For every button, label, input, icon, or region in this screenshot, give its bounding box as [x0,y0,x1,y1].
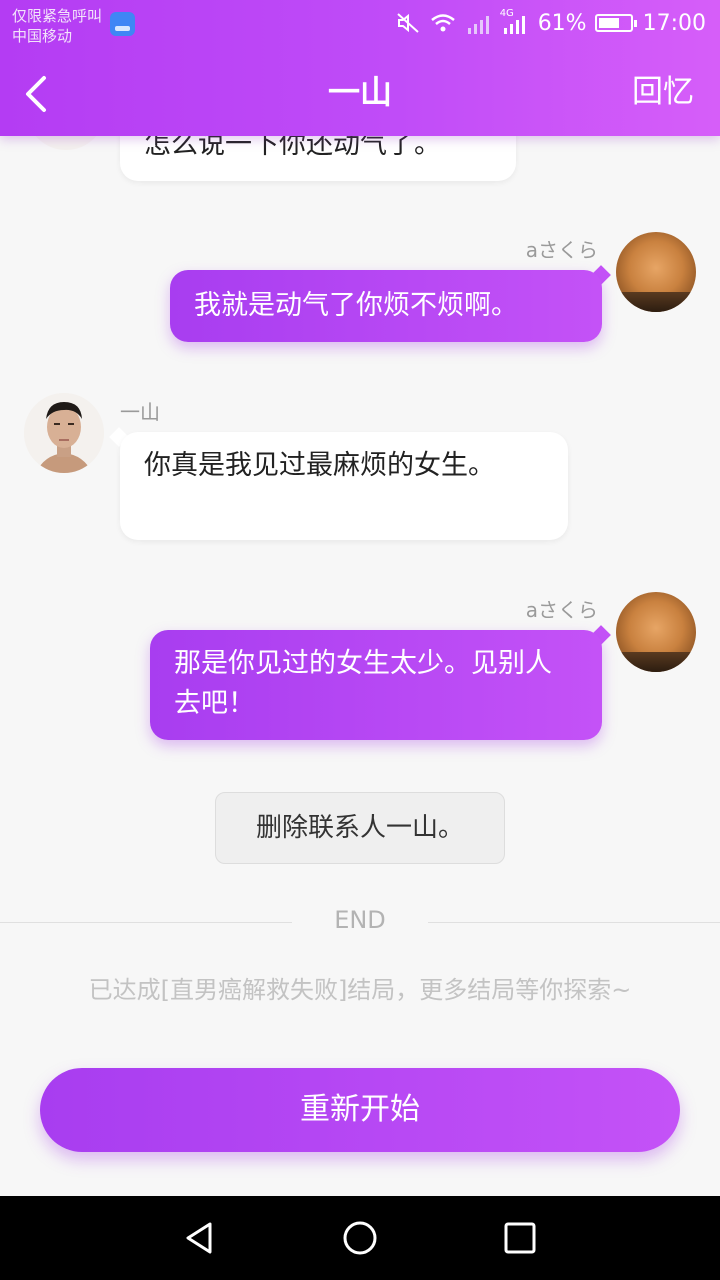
message-text: 我就是动气了你烦不烦啊。 [194,290,518,321]
emergency-only-text: 仅限紧急呼叫 [12,7,103,25]
nav-back-button[interactable] [180,1218,220,1258]
status-bar-carrier: 仅限紧急呼叫 中国移动 [12,6,102,46]
message-text: 那是你见过的女生太少。见别人去吧！ [174,648,552,719]
status-bar-right: 4G 61% 17:00 [386,8,706,38]
signal-empty-icon [466,12,492,34]
message-text: 你真是我见过最麻烦的女生。 [144,450,495,481]
user-avatar[interactable] [616,592,696,672]
man-portrait-icon [24,393,104,473]
battery-percent: 61% [537,10,587,36]
notification-app-icon [110,12,135,36]
triangle-back-icon [186,1222,212,1254]
sender-name: aさくら [525,238,598,262]
circle-home-icon [343,1221,377,1255]
square-recents-icon [504,1222,536,1254]
network-type: 4G [499,8,514,19]
page-title: 一山 [327,73,392,111]
nav-home-button[interactable] [340,1218,380,1258]
memories-button[interactable]: 回忆 [632,70,694,114]
message-bubble-received: 你真是我见过最麻烦的女生。 [120,432,568,540]
signal-4g-icon: 4G [500,8,528,34]
system-message: 删除联系人一山。 [215,792,505,864]
clock: 17:00 [642,10,706,36]
system-nav-bar [0,1196,720,1280]
mute-icon [396,11,420,35]
battery-icon [594,14,637,32]
restart-button[interactable]: 重新开始 [40,1068,680,1152]
wifi-icon [430,12,456,34]
contact-avatar[interactable] [24,393,104,473]
user-avatar[interactable] [616,232,696,312]
app-header: 仅限紧急呼叫 中国移动 4G 61% 17:00 一山 回忆 [0,0,720,136]
back-button[interactable] [20,72,60,116]
sender-name: aさくら [525,598,598,622]
end-label: END [334,906,386,934]
nav-recents-button[interactable] [500,1218,540,1258]
sender-name: 一山 [120,400,160,424]
chat-screen: 怎么说一下你还动气了。 aさくら 我就是动气了你烦不烦啊。 一山 你真是我见过最… [0,0,720,1280]
ending-note: 已达成[直男癌解救失败]结局，更多结局等你探索~ [88,976,632,1004]
message-bubble-sent: 那是你见过的女生太少。见别人去吧！ [150,630,602,740]
carrier-name: 中国移动 [12,27,73,45]
message-bubble-sent: 我就是动气了你烦不烦啊。 [170,270,602,342]
chevron-left-icon [26,76,46,112]
